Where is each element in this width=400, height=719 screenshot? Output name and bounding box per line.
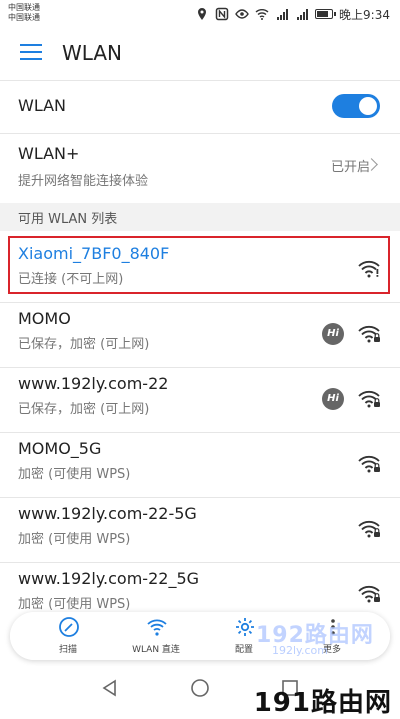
carrier-2: 中国联通: [8, 13, 40, 22]
hi-badge-icon: Hi: [322, 323, 344, 345]
wifi-lock-icon: [358, 325, 380, 343]
network-status: 加密 (可使用 WPS): [18, 597, 131, 612]
watermark-corner: 191路由网: [253, 688, 392, 718]
scan-label: 扫描: [58, 645, 77, 655]
network-row[interactable]: www.192ly.com-22 已保存，加密 (可上网) Hi: [0, 368, 400, 433]
wifi-status-icon: [255, 9, 269, 20]
battery-icon: [315, 9, 337, 19]
section-label: 可用 WLAN 列表: [18, 212, 118, 227]
wlan-label: WLAN: [18, 96, 67, 115]
network-row[interactable]: Xiaomi_7BF0_840F 已连接 (不可上网): [0, 238, 400, 303]
network-row[interactable]: www.192ly.com-22-5G 加密 (可使用 WPS): [0, 498, 400, 563]
hi-badge-icon: Hi: [322, 388, 344, 410]
watermark-overlay-sub: 192ly.com: [272, 644, 328, 657]
app-bar: WLAN: [0, 28, 400, 81]
nfc-icon: [215, 7, 229, 21]
page-title: WLAN: [62, 41, 123, 65]
scan-button[interactable]: 扫描: [18, 612, 118, 660]
network-name: www.192ly.com-22-5G: [18, 504, 197, 523]
back-icon[interactable]: [100, 678, 120, 698]
network-status: 已保存，加密 (可上网): [18, 337, 150, 352]
location-icon: [198, 8, 207, 20]
wifi-lock-icon: [358, 520, 380, 538]
status-time: 晚上9:34: [339, 7, 390, 22]
wlan-plus-status: 已开启: [330, 160, 370, 175]
wlan-direct-icon: [147, 619, 167, 636]
wifi-lock-icon: [358, 585, 380, 603]
wlan-direct-label: WLAN 直连: [132, 645, 180, 655]
network-status: 加密 (可使用 WPS): [18, 532, 131, 547]
network-name: Xiaomi_7BF0_840F: [18, 244, 170, 263]
scan-icon: [59, 617, 79, 637]
network-name: www.192ly.com-22: [18, 374, 169, 393]
wlan-plus-label: WLAN+: [18, 144, 80, 163]
wlan-plus-subtitle: 提升网络智能连接体验: [18, 174, 149, 189]
network-status: 已连接 (不可上网): [18, 272, 124, 287]
wifi-lock-icon: [358, 455, 380, 473]
network-row[interactable]: MOMO_5G 加密 (可使用 WPS): [0, 433, 400, 498]
menu-icon[interactable]: [20, 44, 42, 62]
carrier-info: 中国联通 中国联通: [8, 3, 40, 23]
home-icon[interactable]: [190, 678, 210, 698]
status-bar: 中国联通 中国联通 晚上9:34: [0, 0, 400, 28]
signal-4g-icon: [277, 9, 289, 20]
wifi-lock-icon: [358, 390, 380, 408]
carrier-1: 中国联通: [8, 3, 40, 12]
wlan-toggle-switch[interactable]: [332, 94, 380, 118]
wlan-direct-button[interactable]: WLAN 直连: [106, 612, 206, 660]
signal-2g-icon: [297, 9, 309, 20]
network-name: www.192ly.com-22_5G: [18, 569, 200, 588]
network-name: MOMO: [18, 309, 71, 328]
network-status: 加密 (可使用 WPS): [18, 467, 131, 482]
network-row[interactable]: MOMO 已保存，加密 (可上网) Hi: [0, 303, 400, 368]
network-status: 已保存，加密 (可上网): [18, 402, 150, 417]
wifi-warning-icon: [358, 260, 380, 278]
network-name: MOMO_5G: [18, 439, 102, 458]
status-icons: 晚上9:34: [195, 6, 390, 22]
eye-icon: [235, 9, 249, 19]
gear-icon: [236, 618, 254, 636]
